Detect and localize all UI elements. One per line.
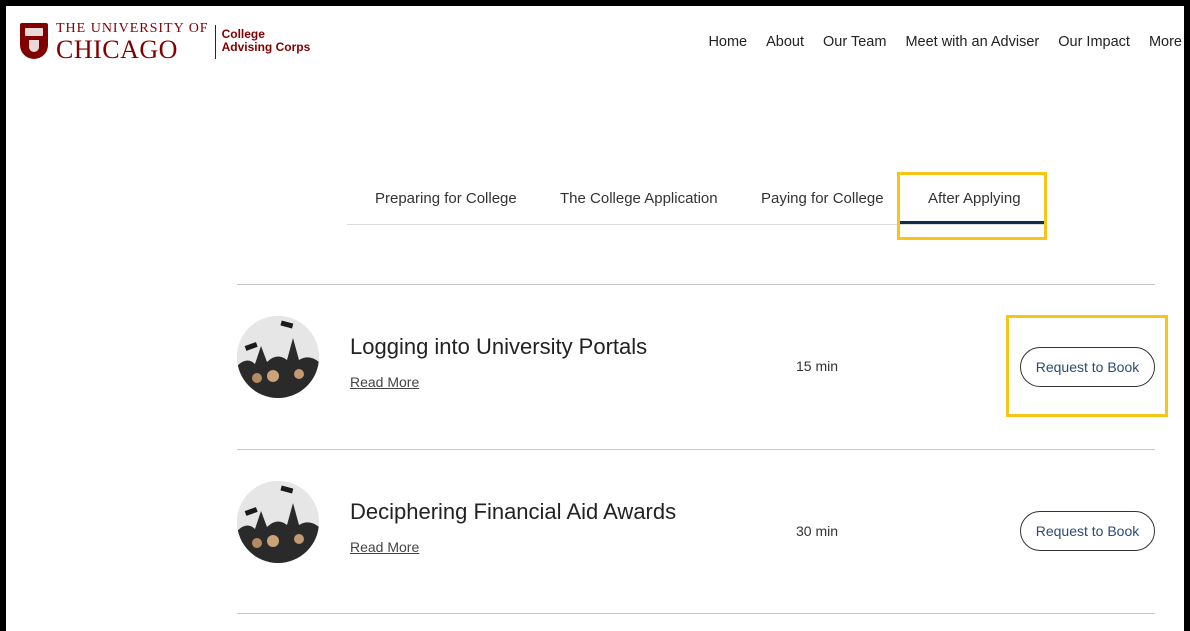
university-logo[interactable]: THE UNIVERSITY OF CHICAGO College Advisi… [20,22,310,63]
logo-line-2: CHICAGO [56,35,178,64]
graduation-thumbnail-image [237,481,319,563]
main-nav: Home About Our Team Meet with an Adviser… [708,34,1182,50]
logo-corps: College Advising Corps [222,28,311,54]
service-title: Deciphering Financial Aid Awards [350,499,677,524]
graduation-thumbnail-image [237,316,319,398]
button-highlight-box [1006,315,1168,417]
nav-meet-adviser[interactable]: Meet with an Adviser [905,34,1039,50]
list-divider [237,613,1155,614]
request-to-book-button[interactable]: Request to Book [1020,511,1155,551]
graduates-image [237,316,319,398]
service-duration: 30 min [796,523,839,539]
nav-more[interactable]: More [1149,34,1182,50]
nav-home[interactable]: Home [708,34,747,50]
logo-line-1: THE UNIVERSITY OF [56,21,209,36]
nav-about[interactable]: About [766,34,804,50]
nav-our-team[interactable]: Our Team [823,34,886,50]
graduates-image [237,481,319,563]
tab-preparing-for-college[interactable]: Preparing for College [375,190,517,207]
read-more-link[interactable]: Read More [350,374,419,390]
shield-icon [20,23,48,59]
list-divider [237,284,1155,285]
list-divider [237,449,1155,450]
tab-paying-for-college[interactable]: Paying for College [761,190,884,207]
read-more-link[interactable]: Read More [350,539,419,555]
logo-corps-line-2: Advising Corps [221,40,311,54]
logo-divider [214,25,216,59]
tab-highlight-box [897,172,1047,240]
service-title: Logging into University Portals [350,334,648,359]
nav-our-impact[interactable]: Our Impact [1058,34,1130,50]
service-duration: 15 min [796,358,839,374]
tab-college-application[interactable]: The College Application [560,190,718,207]
logo-wordmark: THE UNIVERSITY OF CHICAGO [56,22,209,63]
